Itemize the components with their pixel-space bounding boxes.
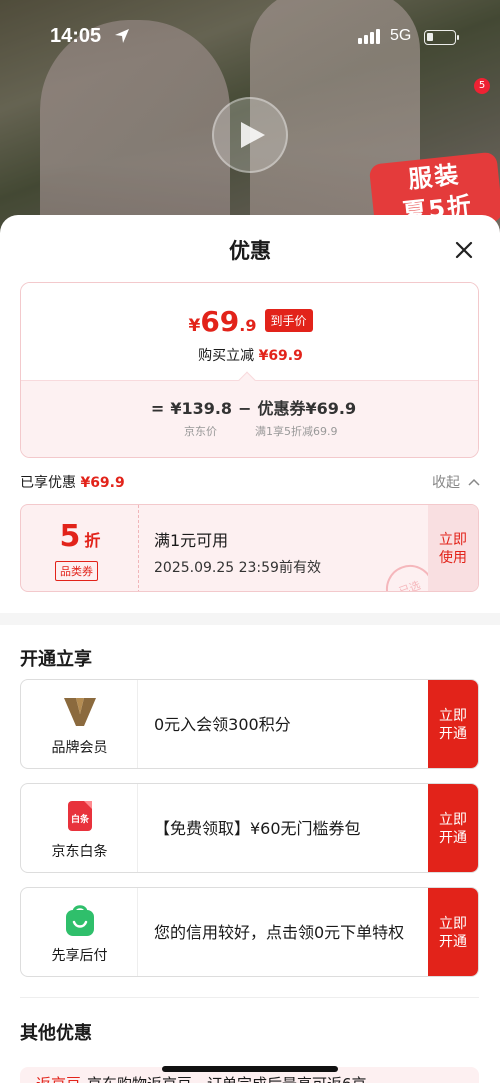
instant-discount-value: ¥69.9	[258, 348, 303, 364]
open-now-button[interactable]: 立即 开通	[428, 888, 478, 976]
jd-price-value: ¥139.8	[170, 399, 233, 418]
home-indicator[interactable]	[162, 1066, 338, 1072]
coupon-rule-label: 满1享5折减69.9	[255, 425, 338, 438]
coupon-discount-unit: 折	[84, 531, 101, 550]
final-price-area: ¥69.9 到手价 购买立减 ¥69.9	[21, 283, 478, 380]
status-bar: 14:05 5G	[0, 0, 500, 70]
open-item-desc: 您的信用较好，点击领0元下单特权	[154, 923, 405, 942]
battery-icon	[424, 30, 459, 45]
collapse-button[interactable]: 收起	[432, 472, 480, 492]
open-item-icon-col: 品牌会员	[21, 680, 138, 768]
enjoyed-discount: 已享优惠 ¥69.9	[20, 472, 125, 492]
divider	[20, 997, 479, 998]
final-price-tag: 到手价	[264, 309, 313, 332]
minus-sign: −	[238, 399, 252, 418]
price-breakdown-card: ¥69.9 到手价 购买立减 ¥69.9 = ¥139.8− 优惠券¥69.9 京东价…	[20, 282, 479, 458]
status-time: 14:05	[50, 25, 102, 47]
open-section-title: 开通立享	[20, 649, 92, 670]
coupon-condition: 满1元可用	[154, 531, 229, 550]
signal-icon	[358, 29, 380, 44]
category-coupon[interactable]: 5折 品类券 满1元可用 2025.09.25 23:59前有效 已选 立即 使…	[20, 504, 479, 592]
use-coupon-button[interactable]: 立即 使用	[428, 505, 478, 591]
coupon-category-tag: 品类券	[55, 561, 98, 581]
coupon-validity: 2025.09.25 23:59前有效	[154, 560, 321, 576]
coupon-discount: 5折	[21, 519, 139, 554]
final-price-decimal: .9	[239, 316, 257, 335]
pay-later-icon	[62, 902, 98, 938]
jd-price-label: 京东价	[184, 425, 217, 438]
jd-baitiao-icon: 白条	[62, 798, 98, 834]
currency-symbol: ¥	[188, 316, 201, 336]
coupon-left: 5折 品类券	[21, 505, 139, 591]
section-gap	[0, 613, 500, 625]
open-item-label: 先享后付	[51, 948, 108, 964]
chevron-up-icon	[468, 478, 480, 486]
open-item-desc: 0元入会领300积分	[154, 715, 291, 734]
instant-discount-label: 购买立减	[198, 348, 255, 364]
price-formula-area: = ¥139.8− 优惠券¥69.9 京东价 满1享5折减69.9	[21, 371, 478, 457]
open-item-label: 京东白条	[51, 844, 108, 860]
open-item-jd-baitiao[interactable]: 白条 京东白条 【免费领取】¥60无门槛券包 立即 开通	[20, 783, 479, 873]
instant-discount: 购买立减 ¥69.9	[21, 345, 478, 365]
equals-sign: =	[150, 399, 165, 418]
collapse-label: 收起	[432, 475, 460, 491]
close-icon[interactable]	[452, 238, 476, 262]
open-item-icon-col: 白条 京东白条	[21, 784, 138, 872]
open-item-icon-col: 先享后付	[21, 888, 138, 976]
enjoyed-label: 已享优惠	[20, 475, 76, 491]
brand-member-icon	[62, 694, 98, 730]
rebate-text: 京东购物返京豆，订单完成后最高可返6京	[87, 1075, 367, 1083]
enjoyed-value: ¥69.9	[80, 475, 125, 491]
location-arrow-icon	[114, 28, 130, 48]
open-item-desc: 【免费领取】¥60无门槛券包	[154, 819, 361, 838]
open-item-pay-later[interactable]: 先享后付 您的信用较好，点击领0元下单特权 立即 开通	[20, 887, 479, 977]
coupon-deduction-value: 优惠券¥69.9	[257, 399, 357, 418]
network-type: 5G	[390, 27, 412, 44]
sheet-title: 优惠	[229, 239, 271, 263]
open-now-button[interactable]: 立即 开通	[428, 784, 478, 872]
price-formula: = ¥139.8− 优惠券¥69.9	[21, 395, 478, 419]
notification-badge: 5	[474, 78, 490, 94]
open-now-button[interactable]: 立即 开通	[428, 680, 478, 768]
discount-sheet: 优惠 ¥69.9 到手价 购买立减 ¥69.9 = ¥139.8− 优惠券¥69.9 …	[0, 215, 500, 1083]
other-section-title: 其他优惠	[20, 1023, 92, 1044]
open-item-label: 品牌会员	[51, 740, 108, 756]
final-price-integer: 69	[200, 305, 240, 338]
play-icon[interactable]	[212, 97, 288, 173]
coupon-discount-number: 5	[59, 519, 81, 554]
rebate-tag: 返京豆	[36, 1075, 81, 1083]
final-price: ¥69.9 到手价	[21, 305, 478, 338]
baitiao-icon-text: 白条	[71, 815, 90, 825]
open-item-brand-member[interactable]: 品牌会员 0元入会领300积分 立即 开通	[20, 679, 479, 769]
